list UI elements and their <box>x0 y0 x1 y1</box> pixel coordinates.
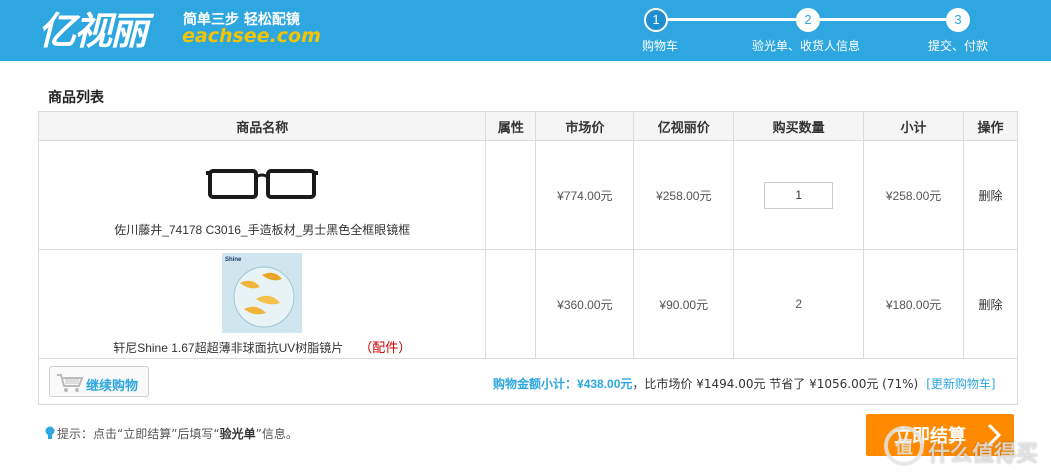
tip-text: 提示：点击“立即结算”后填写“验光单”信息。 <box>45 425 298 442</box>
attribute-cell <box>485 249 537 359</box>
action-cell: 删除 <box>963 140 1018 250</box>
product-name[interactable]: 轩尼Shine 1.67超超薄非球面抗UV树脂镜片 <box>113 341 343 355</box>
product-cell: Shine 轩尼Shine 1.67超超薄非球面抗UV树脂镜片 （配件） <box>37 249 487 359</box>
cart-table: 商品名称 属性 市场价 亿视丽价 购买数量 小计 操作 佐川藤井_74178 C… <box>37 111 1018 405</box>
summary-compare: ，比市场价 ¥1494.00元 节省了 ¥1056.00元 (71%) <box>632 377 919 391</box>
col-header-price: 亿视丽价 <box>633 111 735 141</box>
continue-shopping-label: 继续购物 <box>86 379 139 394</box>
attribute-cell <box>485 140 537 250</box>
col-header-market-price: 市场价 <box>535 111 635 141</box>
quantity-cell: 1 <box>733 140 865 250</box>
step-3-label: 提交、付款 <box>928 39 989 53</box>
summary-label: 购物金额小计： <box>493 377 578 391</box>
checkout-button[interactable]: 立即结算 <box>866 414 1014 456</box>
price-cell: ¥90.00元 <box>633 249 735 359</box>
subtotal-cell: ¥180.00元 <box>863 249 965 359</box>
cart-summary: 购物金额小计：¥438.00元，比市场价 ¥1494.00元 节省了 ¥1056… <box>493 375 996 392</box>
header-bar: 亿视丽 简单三步 轻松配镜 eachsee.com 1 购物车 2 验光单、收货… <box>0 0 1051 61</box>
lens-brand-label: Shine <box>225 257 242 263</box>
tip-suffix: ”信息。 <box>255 427 298 441</box>
product-cell: 佐川藤井_74178 C3016_手造板材_男士黑色全框眼镜框 <box>37 140 487 250</box>
quantity-input[interactable]: 1 <box>764 181 834 209</box>
site-domain: eachsee.com <box>182 25 321 47</box>
checkout-label: 立即结算 <box>894 426 966 447</box>
col-header-subtotal: 小计 <box>863 111 965 141</box>
subtotal-cell: ¥258.00元 <box>863 140 965 250</box>
table-row: 佐川藤井_74178 C3016_手造板材_男士黑色全框眼镜框 ¥774.00元… <box>37 140 1018 250</box>
section-title: 商品列表 <box>48 90 104 106</box>
eyeglasses-frame-image[interactable] <box>202 153 322 213</box>
accessory-tag: （配件） <box>359 339 412 355</box>
col-header-action: 操作 <box>963 111 1018 141</box>
delete-link[interactable]: 删除 <box>979 298 1003 312</box>
step-2-label: 验光单、收货人信息 <box>752 39 861 53</box>
col-header-name: 商品名称 <box>37 111 487 141</box>
step-3-circle: 3 <box>946 8 970 32</box>
step-2-circle: 2 <box>796 8 820 32</box>
col-header-quantity: 购买数量 <box>733 111 865 141</box>
table-header-row: 商品名称 属性 市场价 亿视丽价 购买数量 小计 操作 <box>37 111 1018 141</box>
product-name[interactable]: 佐川藤井_74178 C3016_手造板材_男士黑色全框眼镜框 <box>39 221 485 238</box>
shopping-cart-icon <box>57 374 84 392</box>
summary-amount: ¥438.00元 <box>577 377 633 391</box>
action-cell: 删除 <box>963 249 1018 359</box>
step-1-circle: 1 <box>644 8 668 32</box>
continue-shopping-button[interactable]: 继续购物 <box>49 366 149 397</box>
price-cell: ¥258.00元 <box>633 140 735 250</box>
col-header-attribute: 属性 <box>485 111 537 141</box>
product-name-wrap: 轩尼Shine 1.67超超薄非球面抗UV树脂镜片 （配件） <box>39 337 485 356</box>
quantity-cell: 2 <box>733 249 865 359</box>
step-connector-2 <box>820 18 960 21</box>
tip-prefix: 提示：点击“立即结算”后填写“ <box>57 427 220 441</box>
market-price-cell: ¥774.00元 <box>535 140 635 250</box>
update-cart-link[interactable]: [更新购物车] <box>926 377 995 391</box>
lightbulb-icon <box>45 426 55 439</box>
table-row: Shine 轩尼Shine 1.67超超薄非球面抗UV树脂镜片 （配件） ¥360… <box>37 249 1018 359</box>
step-connector-1 <box>668 18 808 21</box>
step-1-label: 购物车 <box>642 39 679 53</box>
delete-link[interactable]: 删除 <box>979 189 1003 203</box>
lens-product-image[interactable]: Shine <box>222 252 303 333</box>
tip-bold: 验光单 <box>219 427 256 441</box>
chevron-right-icon <box>987 423 1002 447</box>
site-logo[interactable]: 亿视丽 <box>38 0 148 55</box>
market-price-cell: ¥360.00元 <box>535 249 635 359</box>
